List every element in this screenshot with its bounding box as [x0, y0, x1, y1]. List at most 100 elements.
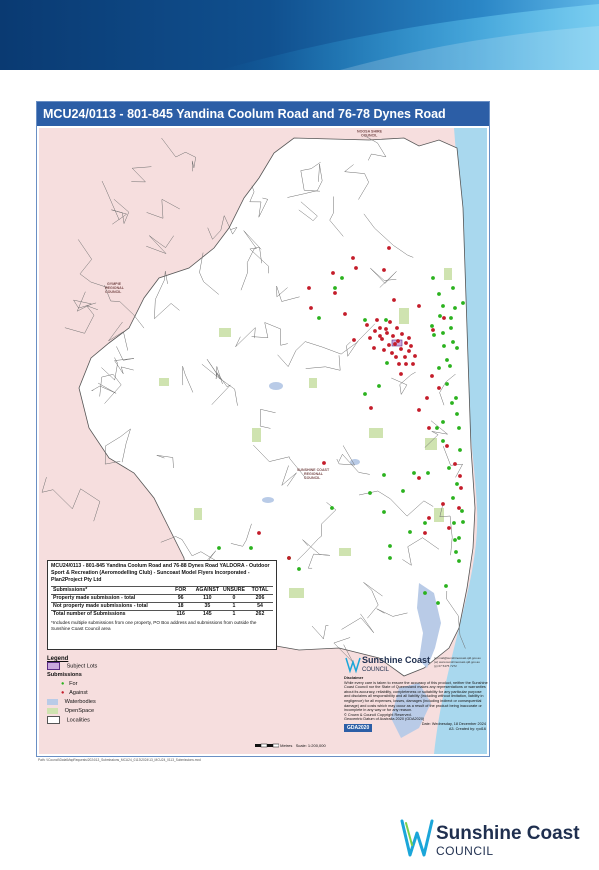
against-point[interactable] [391, 334, 395, 338]
for-point[interactable] [330, 506, 334, 510]
against-point[interactable] [343, 312, 347, 316]
against-point[interactable] [407, 336, 411, 340]
for-point[interactable] [454, 550, 458, 554]
for-point[interactable] [249, 546, 253, 550]
for-point[interactable] [412, 471, 416, 475]
for-point[interactable] [445, 358, 449, 362]
for-point[interactable] [382, 510, 386, 514]
against-point[interactable] [333, 291, 337, 295]
against-point[interactable] [442, 316, 446, 320]
for-point[interactable] [317, 316, 321, 320]
for-point[interactable] [441, 331, 445, 335]
for-point[interactable] [441, 304, 445, 308]
against-point[interactable] [388, 320, 392, 324]
against-point[interactable] [393, 342, 397, 346]
against-point[interactable] [427, 426, 431, 430]
against-point[interactable] [417, 408, 421, 412]
against-point[interactable] [375, 318, 379, 322]
for-point[interactable] [461, 520, 465, 524]
for-point[interactable] [460, 509, 464, 513]
for-point[interactable] [437, 366, 441, 370]
against-point[interactable] [407, 349, 411, 353]
against-point[interactable] [417, 304, 421, 308]
for-point[interactable] [384, 318, 388, 322]
for-point[interactable] [436, 601, 440, 605]
against-point[interactable] [458, 474, 462, 478]
for-point[interactable] [442, 344, 446, 348]
for-point[interactable] [451, 286, 455, 290]
for-point[interactable] [455, 412, 459, 416]
against-point[interactable] [384, 327, 388, 331]
for-point[interactable] [457, 426, 461, 430]
against-point[interactable] [365, 323, 369, 327]
for-point[interactable] [449, 326, 453, 330]
for-point[interactable] [426, 471, 430, 475]
against-point[interactable] [331, 271, 335, 275]
for-point[interactable] [450, 401, 454, 405]
against-point[interactable] [409, 344, 413, 348]
against-point[interactable] [322, 461, 326, 465]
against-point[interactable] [413, 354, 417, 358]
against-point[interactable] [411, 362, 415, 366]
for-point[interactable] [451, 340, 455, 344]
against-point[interactable] [430, 374, 434, 378]
against-point[interactable] [378, 326, 382, 330]
for-point[interactable] [437, 292, 441, 296]
for-point[interactable] [461, 301, 465, 305]
for-point[interactable] [432, 333, 436, 337]
against-point[interactable] [369, 406, 373, 410]
for-point[interactable] [455, 482, 459, 486]
against-point[interactable] [309, 306, 313, 310]
for-point[interactable] [457, 536, 461, 540]
against-point[interactable] [385, 331, 389, 335]
for-point[interactable] [441, 439, 445, 443]
against-point[interactable] [387, 343, 391, 347]
against-point[interactable] [387, 246, 391, 250]
for-point[interactable] [451, 496, 455, 500]
against-point[interactable] [457, 506, 461, 510]
against-point[interactable] [445, 444, 449, 448]
against-point[interactable] [431, 328, 435, 332]
for-point[interactable] [217, 546, 221, 550]
against-point[interactable] [394, 355, 398, 359]
against-point[interactable] [287, 556, 291, 560]
against-point[interactable] [351, 256, 355, 260]
against-point[interactable] [382, 268, 386, 272]
for-point[interactable] [455, 346, 459, 350]
for-point[interactable] [454, 396, 458, 400]
against-point[interactable] [423, 531, 427, 535]
for-point[interactable] [401, 489, 405, 493]
against-point[interactable] [397, 362, 401, 366]
for-point[interactable] [448, 364, 452, 368]
against-point[interactable] [380, 337, 384, 341]
against-point[interactable] [373, 329, 377, 333]
for-point[interactable] [441, 420, 445, 424]
for-point[interactable] [363, 318, 367, 322]
for-point[interactable] [447, 466, 451, 470]
for-point[interactable] [388, 544, 392, 548]
against-point[interactable] [399, 372, 403, 376]
against-point[interactable] [459, 486, 463, 490]
for-point[interactable] [452, 521, 456, 525]
against-point[interactable] [354, 266, 358, 270]
against-point[interactable] [307, 286, 311, 290]
against-point[interactable] [425, 396, 429, 400]
against-point[interactable] [403, 355, 407, 359]
against-point[interactable] [257, 531, 261, 535]
for-point[interactable] [430, 324, 434, 328]
for-point[interactable] [368, 491, 372, 495]
against-point[interactable] [437, 386, 441, 390]
against-point[interactable] [396, 339, 400, 343]
for-point[interactable] [423, 521, 427, 525]
for-point[interactable] [453, 538, 457, 542]
for-point[interactable] [445, 382, 449, 386]
against-point[interactable] [399, 347, 403, 351]
against-point[interactable] [368, 336, 372, 340]
against-point[interactable] [392, 298, 396, 302]
against-point[interactable] [404, 341, 408, 345]
against-point[interactable] [453, 462, 457, 466]
for-point[interactable] [382, 473, 386, 477]
for-point[interactable] [423, 591, 427, 595]
against-point[interactable] [352, 338, 356, 342]
against-point[interactable] [400, 332, 404, 336]
